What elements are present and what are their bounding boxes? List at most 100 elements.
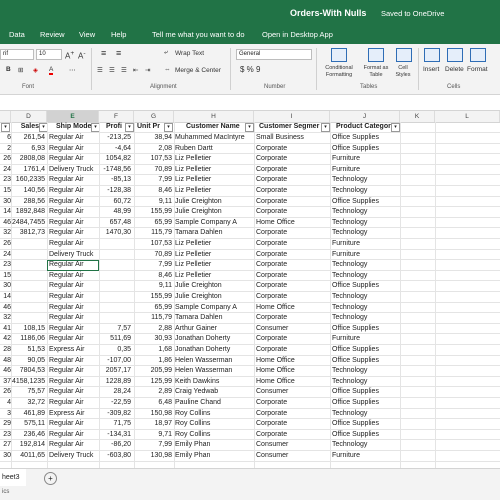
cell-profit[interactable]: -213,25: [100, 133, 131, 143]
cell-ship-mode[interactable]: Regular Air: [49, 154, 99, 164]
cell-product-category[interactable]: Technology: [332, 175, 399, 185]
cell-unit-price[interactable]: 9,11: [135, 281, 172, 291]
open-desktop-app[interactable]: Open in Desktop App: [262, 30, 333, 39]
cell-customer-name[interactable]: Jonathan Doherty: [175, 345, 253, 355]
cell-profit[interactable]: -134,31: [100, 430, 131, 440]
cell-profit[interactable]: [100, 281, 131, 291]
cell-sales[interactable]: 90,05: [12, 356, 45, 366]
cell-unit-price[interactable]: 1,86: [135, 356, 172, 366]
cell-customer-name[interactable]: Helen Wasserman: [175, 356, 253, 366]
indent-decrease-icon[interactable]: ⇤: [133, 66, 138, 74]
cell-profit[interactable]: 2057,17: [100, 366, 131, 376]
tell-me-search[interactable]: Tell me what you want to do: [152, 30, 245, 39]
cell-profit[interactable]: [100, 271, 131, 281]
cell-customer-segment[interactable]: Consumer: [256, 440, 329, 450]
cell-styles-button[interactable]: Cell Styles: [392, 65, 414, 79]
insert-button[interactable]: Insert: [423, 66, 439, 73]
cell-ship-mode[interactable]: Regular Air: [49, 144, 99, 154]
cell-profit[interactable]: 71,75: [100, 419, 131, 429]
cell-product-category[interactable]: Technology: [332, 409, 399, 419]
cell-sales[interactable]: 140,56: [12, 186, 45, 196]
cell-customer-segment[interactable]: Corporate: [256, 334, 329, 344]
cell-ship-mode[interactable]: Regular Air: [49, 366, 99, 376]
cell-quantity[interactable]: 29: [1, 419, 11, 429]
cell-unit-price[interactable]: 70,89: [135, 250, 172, 260]
cell-product-category[interactable]: Office Supplies: [332, 144, 399, 154]
increase-font-icon[interactable]: A+: [65, 50, 74, 61]
cell-product-category[interactable]: Technology: [332, 228, 399, 238]
cell-product-category[interactable]: Furniture: [332, 334, 399, 344]
cell-ship-mode[interactable]: Delivery Truck: [49, 250, 99, 260]
cell-customer-segment[interactable]: Home Office: [256, 356, 329, 366]
cell-quantity[interactable]: 23: [1, 430, 11, 440]
cell-sales[interactable]: 75,57: [12, 387, 45, 397]
cell-profit[interactable]: 511,69: [100, 334, 131, 344]
cell-ship-mode[interactable]: Regular Air: [49, 313, 99, 323]
indent-increase-icon[interactable]: ⇥: [145, 66, 150, 74]
cell-unit-price[interactable]: 8,46: [135, 271, 172, 281]
cell-profit[interactable]: 1054,82: [100, 154, 131, 164]
cell-quantity[interactable]: 30: [1, 197, 11, 207]
cell-profit[interactable]: 1228,89: [100, 377, 131, 387]
align-left-icon[interactable]: ☰: [97, 66, 103, 74]
align-top-icon[interactable]: ≡: [101, 48, 106, 58]
column-header-k[interactable]: K: [400, 111, 435, 122]
cell-sales[interactable]: 2808,08: [12, 154, 45, 164]
cell-quantity[interactable]: 46: [1, 366, 11, 376]
cell-quantity[interactable]: 30: [1, 451, 11, 461]
cell-customer-name[interactable]: Liz Pelletier: [175, 186, 253, 196]
cell-quantity[interactable]: 24: [1, 165, 11, 175]
cell-customer-segment[interactable]: Corporate: [256, 228, 329, 238]
cell-product-category[interactable]: Furniture: [332, 451, 399, 461]
cell-unit-price[interactable]: 115,79: [135, 228, 172, 238]
cell-customer-segment[interactable]: Corporate: [256, 197, 329, 207]
cell-quantity[interactable]: 6: [1, 133, 11, 143]
cell-ship-mode[interactable]: Regular Air: [49, 133, 99, 143]
cell-customer-segment[interactable]: Corporate: [256, 271, 329, 281]
conditional-formatting-button[interactable]: Conditional Formatting: [321, 65, 357, 79]
cell-sales[interactable]: 288,56: [12, 197, 45, 207]
cell-quantity[interactable]: 30: [1, 281, 11, 291]
cell-unit-price[interactable]: 9,11: [135, 197, 172, 207]
cell-unit-price[interactable]: 130,98: [135, 451, 172, 461]
cell-unit-price[interactable]: 1,68: [135, 345, 172, 355]
cell-profit[interactable]: 48,99: [100, 207, 131, 217]
format-as-table-button[interactable]: Format as Table: [360, 65, 392, 79]
cell-unit-price[interactable]: 155,99: [135, 207, 172, 217]
cell-customer-name[interactable]: Liz Pelletier: [175, 154, 253, 164]
wrap-text-button[interactable]: Wrap Text: [175, 50, 204, 57]
align-center-icon[interactable]: ☰: [109, 66, 115, 74]
cell-customer-segment[interactable]: Corporate: [256, 345, 329, 355]
cell-sales[interactable]: [12, 271, 45, 281]
cell-unit-price[interactable]: 2,88: [135, 324, 172, 334]
cell-customer-segment[interactable]: Corporate: [256, 398, 329, 408]
cell-product-category[interactable]: Office Supplies: [332, 419, 399, 429]
cell-customer-name[interactable]: Emily Phan: [175, 451, 253, 461]
font-color-icon[interactable]: A: [49, 66, 54, 75]
cell-profit[interactable]: -1748,56: [100, 165, 131, 175]
cell-profit[interactable]: [100, 250, 131, 260]
cell-sales[interactable]: [12, 239, 45, 249]
cell-product-category[interactable]: Office Supplies: [332, 197, 399, 207]
cell-customer-name[interactable]: Muhammed MacIntyre: [175, 133, 253, 143]
cell-profit[interactable]: -309,82: [100, 409, 131, 419]
cell-profit[interactable]: [100, 292, 131, 302]
cell-customer-name[interactable]: Liz Pelletier: [175, 250, 253, 260]
cell-quantity[interactable]: 28: [1, 345, 11, 355]
cell-sales[interactable]: 7804,53: [12, 366, 45, 376]
cell-ship-mode[interactable]: Regular Air: [49, 239, 99, 249]
filter-dropdown-icon[interactable]: ▾: [164, 123, 173, 132]
cell-customer-name[interactable]: Liz Pelletier: [175, 260, 253, 270]
align-middle-icon[interactable]: ≡: [116, 48, 121, 58]
cell-profit[interactable]: [100, 260, 131, 270]
cell-unit-price[interactable]: 7,99: [135, 260, 172, 270]
cell-ship-mode[interactable]: Express Air: [49, 345, 99, 355]
cell-quantity[interactable]: 41: [1, 324, 11, 334]
cell-unit-price[interactable]: 18,97: [135, 419, 172, 429]
cell-unit-price[interactable]: 65,99: [135, 303, 172, 313]
cell-product-category[interactable]: Furniture: [332, 250, 399, 260]
cell-unit-price[interactable]: 205,99: [135, 366, 172, 376]
cell-quantity[interactable]: 32: [1, 228, 11, 238]
filter-dropdown-icon[interactable]: ▾: [1, 123, 10, 132]
cell-unit-price[interactable]: 70,89: [135, 165, 172, 175]
